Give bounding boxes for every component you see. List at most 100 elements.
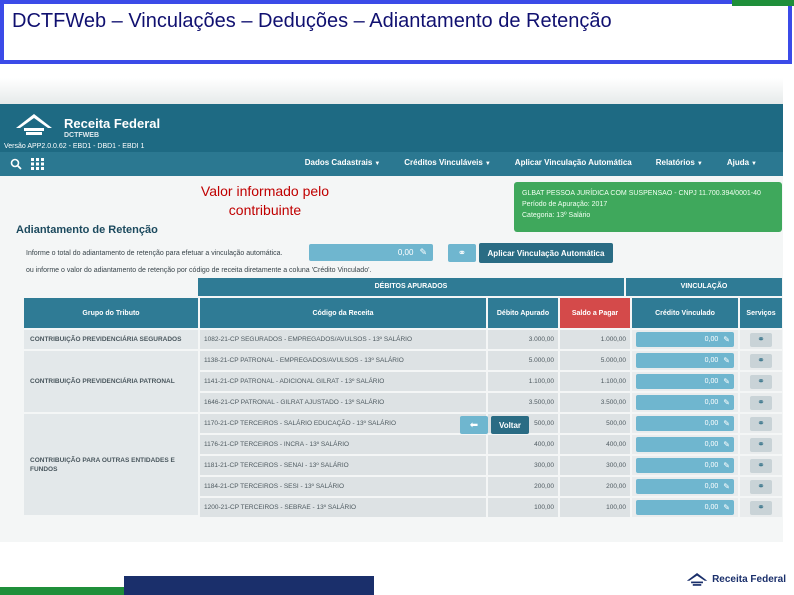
or-instruction: ou informe o valor do adiantamento de re…: [26, 267, 372, 274]
vinculado-value: 0,00: [704, 441, 719, 448]
credito-vinculado-input[interactable]: 0,00 ✎: [636, 458, 734, 473]
cell-servicos: ⚭: [740, 456, 782, 475]
cell-vinculado: 0,00 ✎: [632, 435, 738, 454]
debitos-table: DÉBITOS APURADOS VINCULAÇÃO Grupo do Tri…: [24, 278, 782, 517]
cell-codigo: 1200-21-CP TERCEIROS - SEBRAE - 13º SALÁ…: [200, 498, 486, 517]
group-segurados: CONTRIBUIÇÃO PREVIDENCIÁRIA SEGURADOS: [24, 330, 198, 349]
link-icon: ⚭: [757, 418, 765, 428]
slide-title-box: DCTFWeb – Vinculações – Deduções – Adian…: [0, 0, 792, 64]
search-icon[interactable]: [8, 157, 24, 171]
apply-auto-vinculation-button[interactable]: Aplicar Vinculação Automática: [479, 243, 613, 263]
credito-vinculado-input[interactable]: 0,00 ✎: [636, 332, 734, 347]
table-row: 1181-21-CP TERCEIROS - SENAI - 13º SALÁR…: [200, 456, 782, 475]
total-adiantamento-input[interactable]: 0,00 ✎: [309, 244, 433, 261]
cell-debito: 3.000,00: [488, 330, 558, 349]
credito-vinculado-input[interactable]: 0,00 ✎: [636, 353, 734, 368]
table-row: 1141-21-CP PATRONAL - ADICIONAL GILRAT -…: [200, 372, 782, 391]
vinculado-value: 0,00: [704, 420, 719, 427]
credito-vinculado-input[interactable]: 0,00 ✎: [636, 479, 734, 494]
link-icon: ⚭: [757, 355, 765, 365]
nav-relatorios[interactable]: Relatórios ▼: [644, 158, 715, 167]
cell-saldo: 3.500,00: [560, 393, 630, 412]
link-icon: ⚭: [757, 460, 765, 470]
link-icon: ⚭: [757, 397, 765, 407]
link-service-button[interactable]: ⚭: [750, 479, 772, 494]
cell-saldo: 300,00: [560, 456, 630, 475]
nav-creditos-vinculaveis[interactable]: Créditos Vinculáveis ▼: [392, 158, 503, 167]
link-service-button[interactable]: ⚭: [750, 395, 772, 410]
vinculado-value: 0,00: [704, 378, 719, 385]
credito-vinculado-input[interactable]: 0,00 ✎: [636, 500, 734, 515]
link-service-button[interactable]: ⚭: [750, 416, 772, 431]
nav-label: Relatórios: [655, 158, 695, 167]
receita-federal-logo-icon: [16, 114, 52, 135]
cell-saldo: 1.000,00: [560, 330, 630, 349]
nav-ajuda[interactable]: Ajuda ▼: [715, 158, 769, 167]
table-row: 1138-21-CP PATRONAL - EMPREGADOS/AVULSOS…: [200, 351, 782, 370]
vinculado-value: 0,00: [704, 357, 719, 364]
link-icon: ⚭: [757, 376, 765, 386]
info-line-category: Categoria: 13º Salário: [522, 212, 591, 219]
cell-vinculado: 0,00 ✎: [632, 372, 738, 391]
col-codigo-receita: Código da Receita: [200, 298, 486, 328]
pencil-icon: ✎: [723, 335, 730, 344]
grid-menu-icon[interactable]: [30, 157, 46, 171]
col-credito-vinculado: Crédito Vinculado: [632, 298, 738, 328]
vinculado-value: 0,00: [704, 504, 719, 511]
cell-servicos: ⚭: [740, 393, 782, 412]
nav-label: Ajuda: [726, 158, 750, 167]
nav-dados-cadastrais[interactable]: Dados Cadastrais ▼: [293, 158, 393, 167]
credito-vinculado-input[interactable]: 0,00 ✎: [636, 416, 734, 431]
pencil-icon: ✎: [723, 503, 730, 512]
link-service-button[interactable]: ⚭: [750, 353, 772, 368]
cell-codigo: 1170-21-CP TERCEIROS - SALÁRIO EDUCAÇÃO …: [200, 414, 486, 433]
footer-logo-text: Receita Federal: [712, 573, 786, 585]
link-service-button[interactable]: ⚭: [750, 458, 772, 473]
credito-vinculado-input[interactable]: 0,00 ✎: [636, 395, 734, 410]
main-content: Valor informado pelo contribuinte GLBAT …: [0, 176, 783, 542]
cell-debito: 200,00: [488, 477, 558, 496]
cell-codigo: 1082-21-CP SEGURADOS - EMPREGADOS/AVULSO…: [200, 330, 486, 349]
col-servicos: Serviços: [740, 298, 782, 328]
nav-label: Créditos Vinculáveis: [404, 158, 483, 167]
table-row: 1176-21-CP TERCEIROS - INCRA - 13º SALÁR…: [200, 435, 782, 454]
cell-debito: 300,00: [488, 456, 558, 475]
pencil-icon: ✎: [723, 419, 730, 428]
link-service-button[interactable]: ⚭: [750, 332, 772, 347]
table-row: 1082-21-CP SEGURADOS - EMPREGADOS/AVULSO…: [200, 330, 782, 349]
pencil-icon: ✎: [723, 356, 730, 365]
cell-saldo: 1.100,00: [560, 372, 630, 391]
nav-label: Aplicar Vinculação Automática: [514, 158, 632, 167]
cell-servicos: ⚭: [740, 435, 782, 454]
link-button[interactable]: ⚭: [448, 244, 476, 262]
table-row: 1200-21-CP TERCEIROS - SEBRAE - 13º SALÁ…: [200, 498, 782, 517]
footer-buttons: ⬅ Voltar: [460, 416, 529, 434]
group-outras-entidades: CONTRIBUIÇÃO PARA OUTRAS ENTIDADES E FUN…: [24, 414, 198, 515]
cell-debito: 1.100,00: [488, 372, 558, 391]
chevron-down-icon: ▼: [751, 161, 757, 167]
link-service-button[interactable]: ⚭: [750, 374, 772, 389]
annotation-callout: Valor informado pelo contribuinte: [200, 183, 330, 218]
col-saldo-pagar: Saldo a Pagar: [560, 298, 630, 328]
vinculado-value: 0,00: [704, 399, 719, 406]
credito-vinculado-input[interactable]: 0,00 ✎: [636, 437, 734, 452]
cell-servicos: ⚭: [740, 372, 782, 391]
cell-vinculado: 0,00 ✎: [632, 456, 738, 475]
chevron-down-icon: ▼: [374, 161, 381, 167]
link-icon: ⚭: [757, 502, 765, 512]
voltar-button[interactable]: Voltar: [491, 416, 529, 434]
cell-codigo: 1138-21-CP PATRONAL - EMPREGADOS/AVULSOS…: [200, 351, 486, 370]
link-service-button[interactable]: ⚭: [750, 437, 772, 452]
screenshot-fade: [0, 78, 783, 104]
cell-codigo: 1141-21-CP PATRONAL - ADICIONAL GILRAT -…: [200, 372, 486, 391]
back-arrow-button[interactable]: ⬅: [460, 416, 488, 434]
cell-codigo: 1646-21-CP PATRONAL - GILRAT AJUSTADO - …: [200, 393, 486, 412]
title-accent-bar: [732, 0, 794, 6]
link-service-button[interactable]: ⚭: [750, 500, 772, 515]
nav-aplicar-vinculacao[interactable]: Aplicar Vinculação Automática: [503, 158, 644, 167]
section-title: Adiantamento de Retenção: [16, 224, 158, 236]
link-icon: ⚭: [757, 481, 765, 491]
cell-saldo: 5.000,00: [560, 351, 630, 370]
nav-label: Dados Cadastrais: [304, 158, 373, 167]
credito-vinculado-input[interactable]: 0,00 ✎: [636, 374, 734, 389]
